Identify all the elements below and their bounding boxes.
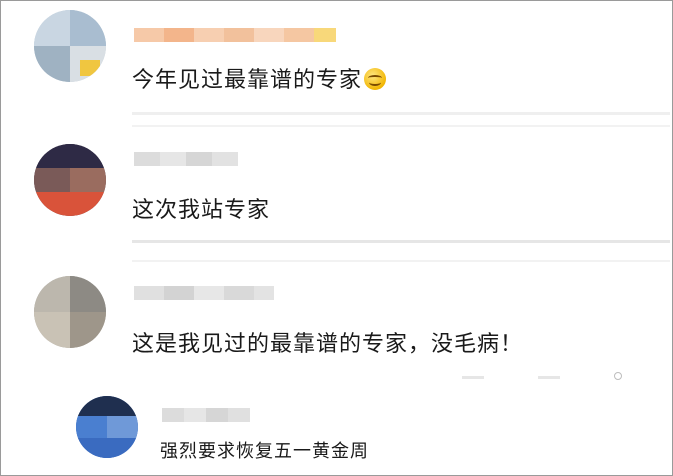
- comment-text-3: 这是我见过的最靠谱的专家，没毛病！: [132, 332, 524, 357]
- username-blurred[interactable]: [134, 152, 238, 166]
- comment-text-2: 这次我站专家: [132, 198, 271, 223]
- comment-divider: [132, 240, 670, 243]
- avatar[interactable]: [34, 276, 106, 348]
- comment-actions-blurred: [538, 376, 560, 379]
- comment-divider: [132, 125, 670, 127]
- comment-actions-blurred: [462, 376, 484, 379]
- username-blurred[interactable]: [134, 286, 274, 300]
- comment-divider: [132, 112, 670, 115]
- avatar[interactable]: [76, 396, 138, 458]
- username-blurred[interactable]: [162, 408, 250, 422]
- comment-divider: [132, 260, 670, 262]
- more-icon[interactable]: [614, 372, 622, 380]
- smile-emoji-icon: [364, 68, 387, 90]
- username-blurred[interactable]: [134, 28, 336, 42]
- comment-text-1: 今年见过最靠谱的专家: [132, 62, 387, 94]
- avatar[interactable]: [34, 10, 106, 82]
- avatar[interactable]: [34, 144, 106, 216]
- reply-text: 强烈要求恢复五一黄金周: [160, 441, 369, 462]
